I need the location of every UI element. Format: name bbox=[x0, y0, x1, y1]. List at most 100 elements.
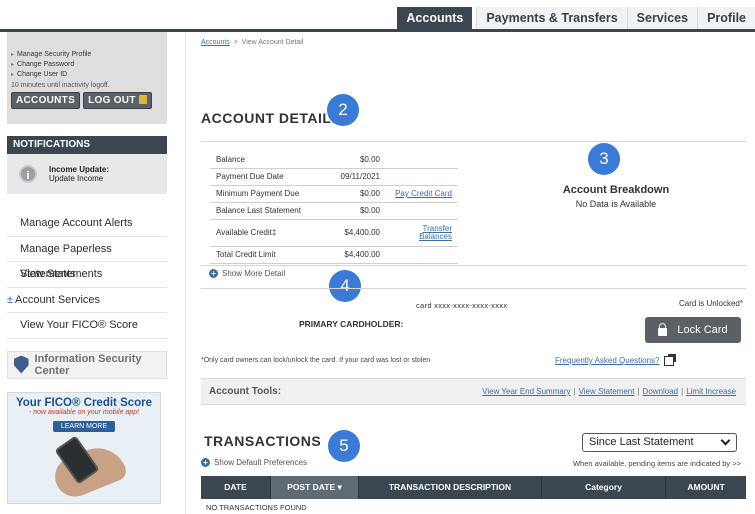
breakdown-title: Account Breakdown bbox=[562, 184, 670, 196]
information-security-center-link[interactable]: Information Security Center bbox=[7, 350, 167, 379]
notification-text: Update Income bbox=[49, 174, 104, 183]
column-post-date-label: POST DATE bbox=[287, 482, 336, 492]
breadcrumb: Accounts > View Account Detail bbox=[201, 39, 303, 46]
transactions-title: TRANSACTIONS bbox=[204, 433, 322, 449]
ad-subtitle: - now available on your mobile app! bbox=[28, 408, 140, 416]
sidebar-item-account-services[interactable]: ± Account Services bbox=[7, 288, 167, 313]
transactions-table-header: DATE POST DATE ▾ TRANSACTION DESCRIPTION… bbox=[201, 476, 746, 499]
faq-link[interactable]: Frequently Asked Questions? bbox=[555, 356, 660, 365]
sidebar-item-manage-alerts[interactable]: Manage Account Alerts bbox=[7, 211, 167, 237]
external-link-icon[interactable] bbox=[664, 354, 676, 366]
nav-tabs: Accounts Payments & Transfers Services P… bbox=[397, 7, 755, 30]
marker-4: 4 bbox=[329, 270, 361, 302]
notifications-header: NOTIFICATIONS bbox=[7, 136, 167, 154]
account-tools-label: Account Tools: bbox=[209, 386, 282, 397]
breadcrumb-current: View Account Detail bbox=[241, 39, 304, 46]
sidebar-item-view-statements[interactable]: View Statements bbox=[7, 262, 167, 288]
show-default-preferences-link[interactable]: + Show Default Preferences bbox=[201, 458, 307, 467]
no-transactions-text: NO TRANSACTIONS FOUND bbox=[206, 503, 307, 512]
inactivity-timeout-text: 10 minutes until inactivity logoff. bbox=[11, 82, 110, 89]
info-center-label: Information Security Center bbox=[34, 352, 142, 377]
table-row: Available Credit‡ $4,400.00 Transfer Balanc… bbox=[210, 219, 458, 247]
account-tools-bar: Account Tools: View Year End Summary | Vie… bbox=[201, 378, 746, 405]
total-credit-limit-value: $4,400.00 bbox=[320, 246, 386, 264]
sidebar-item-fico-score[interactable]: View Your FICO® Score bbox=[7, 313, 167, 339]
sidebar-item-label: Account Services bbox=[15, 293, 101, 306]
manage-security-profile-link[interactable]: Manage Security Profile bbox=[11, 50, 163, 60]
fico-ad-banner[interactable]: Your FICO® Credit Score - now available … bbox=[7, 391, 161, 504]
minimum-payment-label: Minimum Payment Due bbox=[210, 185, 320, 203]
balance-table: Balance $0.00 Payment Due Date 09/11/2021 … bbox=[210, 151, 458, 264]
balance-last-statement-value: $0.00 bbox=[320, 202, 386, 220]
divider bbox=[201, 288, 746, 289]
balance-label: Balance bbox=[210, 151, 320, 169]
available-credit-value: $4,400.00 bbox=[320, 219, 386, 247]
marker-3: 3 bbox=[588, 143, 620, 175]
learn-more-button[interactable]: LEARN MORE bbox=[53, 420, 115, 432]
total-credit-limit-label: Total Credit Limit bbox=[210, 246, 320, 264]
available-credit-label: Available Credit‡ bbox=[210, 219, 320, 247]
column-amount[interactable]: AMOUNT bbox=[666, 476, 746, 499]
prefs-label: Show Default Preferences bbox=[214, 458, 307, 467]
tab-payments-transfers[interactable]: Payments & Transfers bbox=[476, 7, 627, 30]
year-end-summary-link[interactable]: View Year End Summary bbox=[482, 387, 570, 396]
pay-credit-card-link[interactable]: Pay Credit Card bbox=[386, 185, 458, 203]
plus-circle-icon: + bbox=[209, 269, 218, 278]
notification-title: Income Update: bbox=[49, 165, 110, 174]
sidebar-item-paperless-statements[interactable]: Manage Paperless Statements bbox=[7, 237, 167, 280]
marker-2: 2 bbox=[327, 94, 359, 126]
account-box: Manage Security Profile Change Password … bbox=[7, 32, 167, 124]
column-description[interactable]: TRANSACTION DESCRIPTION bbox=[359, 476, 542, 499]
chevron-down-icon bbox=[720, 435, 731, 446]
tab-services[interactable]: Services bbox=[626, 7, 698, 30]
table-row: Total Credit Limit $4,400.00 bbox=[210, 246, 458, 264]
account-tools-links: View Year End Summary | View Statement | Dow… bbox=[482, 387, 736, 396]
column-post-date[interactable]: POST DATE ▾ bbox=[271, 476, 359, 499]
show-more-label: Show More Detail bbox=[222, 269, 286, 278]
plus-circle-icon: + bbox=[201, 458, 210, 467]
logout-label: LOG OUT bbox=[88, 95, 136, 106]
balance-value: $0.00 bbox=[320, 151, 386, 169]
account-detail-title: ACCOUNT DETAIL: bbox=[201, 110, 337, 126]
card-number: card xxxx-xxxx-xxxx-xxxx bbox=[416, 301, 508, 310]
ad-title: Your FICO® Credit Score bbox=[15, 396, 153, 409]
tab-accounts[interactable]: Accounts bbox=[397, 7, 473, 30]
limit-increase-link[interactable]: Limit Increase bbox=[686, 387, 736, 396]
download-link[interactable]: Download bbox=[643, 387, 679, 396]
breadcrumb-accounts-link[interactable]: Accounts bbox=[201, 39, 230, 46]
table-row: Balance $0.00 bbox=[210, 151, 458, 169]
sidebar: Manage Security Profile Change Password … bbox=[7, 32, 167, 504]
shield-icon bbox=[14, 355, 29, 374]
table-row: Payment Due Date 09/11/2021 bbox=[210, 168, 458, 186]
divider bbox=[201, 141, 746, 142]
top-navigation: Accounts Payments & Transfers Services P… bbox=[0, 0, 755, 30]
accounts-button[interactable]: ACCOUNTS bbox=[11, 92, 81, 109]
divider bbox=[201, 265, 746, 266]
change-password-link[interactable]: Change Password bbox=[11, 60, 163, 70]
table-row: Balance Last Statement $0.00 bbox=[210, 202, 458, 220]
notification-item[interactable]: i Income Update: Update Income bbox=[7, 154, 167, 194]
show-more-detail-link[interactable]: + Show More Detail bbox=[209, 269, 285, 278]
main-content: Accounts > View Account Detail ACCOUNT D… bbox=[185, 32, 755, 514]
balance-last-statement-label: Balance Last Statement bbox=[210, 202, 320, 220]
tab-profile[interactable]: Profile bbox=[697, 7, 755, 30]
padlock-icon bbox=[658, 323, 668, 336]
expand-icon: ± bbox=[7, 293, 14, 306]
select-value: Since Last Statement bbox=[589, 436, 694, 448]
info-icon: i bbox=[19, 165, 37, 183]
primary-cardholder-label: PRIMARY CARDHOLDER: bbox=[299, 319, 404, 329]
transfer-balances-link[interactable]: Transfer Balances bbox=[386, 219, 458, 247]
logout-button[interactable]: LOG OUT bbox=[83, 92, 152, 109]
lock-card-button[interactable]: Lock Card bbox=[645, 317, 741, 343]
lock-card-label: Lock Card bbox=[677, 324, 728, 336]
change-user-id-link[interactable]: Change User ID bbox=[11, 70, 163, 80]
sidebar-links: Manage Account Alerts Manage Paperless S… bbox=[7, 211, 167, 339]
lock-icon bbox=[138, 95, 147, 104]
column-category[interactable]: Category bbox=[542, 476, 666, 499]
column-date[interactable]: DATE bbox=[201, 476, 271, 499]
marker-5: 5 bbox=[328, 430, 360, 462]
pending-note: When available, pending items are indica… bbox=[572, 459, 741, 468]
view-statement-link[interactable]: View Statement bbox=[579, 387, 635, 396]
breadcrumb-separator: > bbox=[233, 39, 238, 46]
statement-period-select[interactable]: Since Last Statement bbox=[582, 433, 737, 452]
